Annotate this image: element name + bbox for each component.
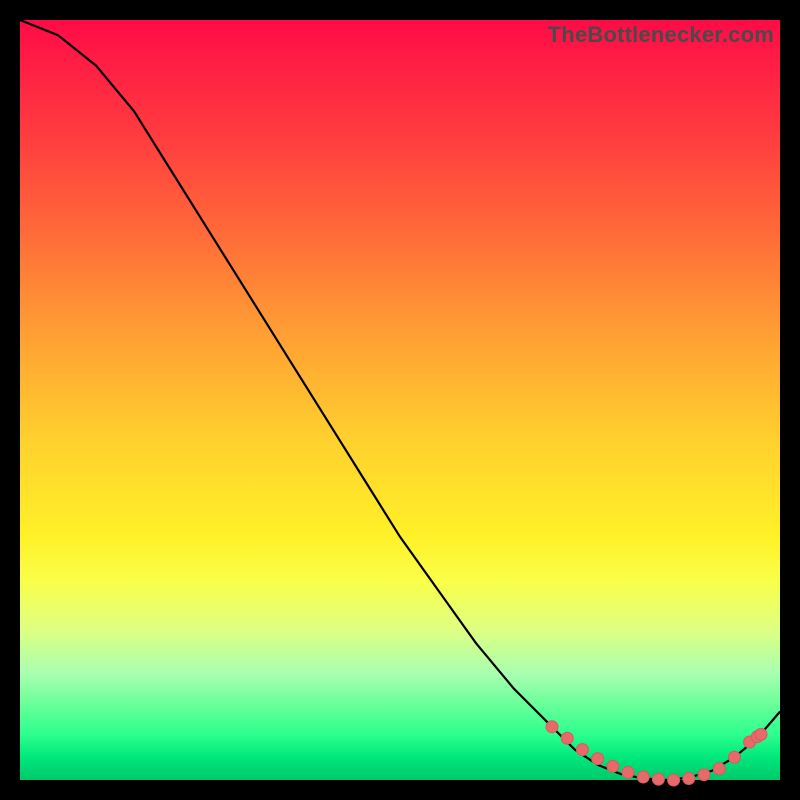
curve-marker (698, 769, 710, 781)
curve-marker (622, 766, 634, 778)
bottleneck-curve (20, 20, 780, 780)
curve-marker (561, 732, 573, 744)
curve-markers (546, 721, 767, 786)
chart-frame: TheBottlenecker.com (0, 0, 800, 800)
curve-marker (728, 751, 740, 763)
curve-marker (713, 763, 725, 775)
curve-marker (637, 771, 649, 783)
curve-marker (576, 744, 588, 756)
curve-marker (683, 773, 695, 785)
curve-line (20, 20, 780, 780)
curve-marker (668, 774, 680, 786)
plot-area: TheBottlenecker.com (20, 20, 780, 780)
curve-marker (546, 721, 558, 733)
curve-marker (592, 753, 604, 765)
curve-marker (652, 773, 664, 785)
curve-marker (755, 728, 767, 740)
curve-marker (607, 760, 619, 772)
